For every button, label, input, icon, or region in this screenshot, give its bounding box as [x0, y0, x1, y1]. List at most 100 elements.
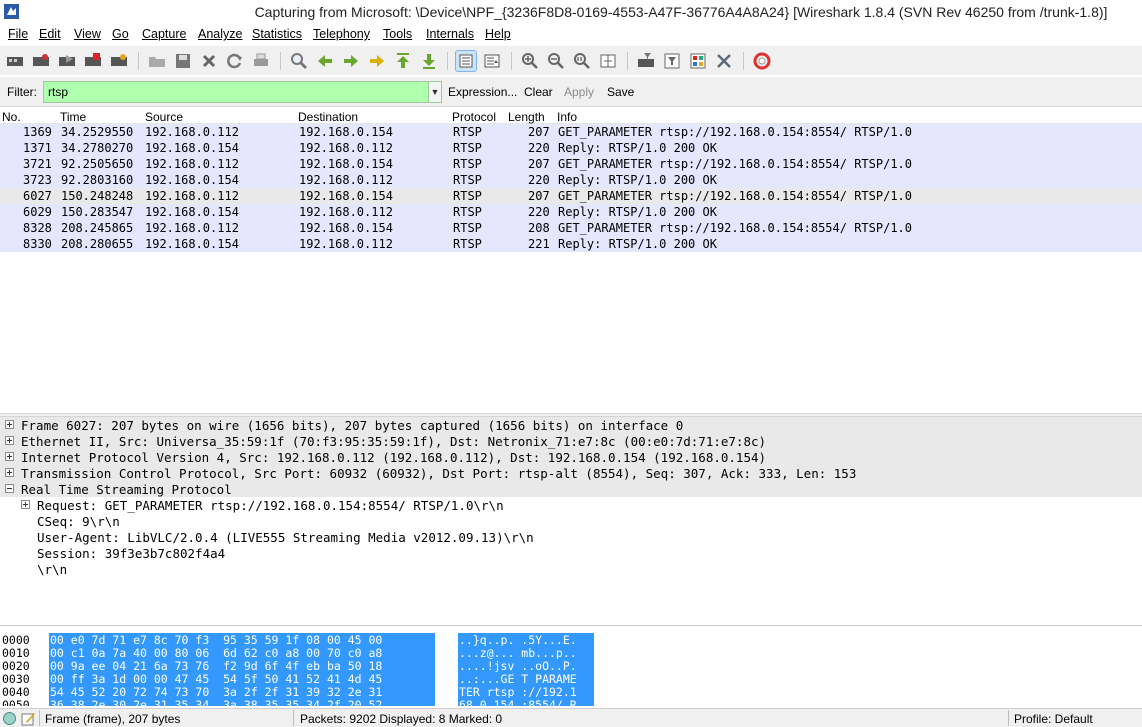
- hex-bytes[interactable]: 00 e0 7d 71 e7 8c 70 f3 95 35 59 1f 08 0…: [49, 633, 435, 647]
- menu-edit[interactable]: Edit: [39, 27, 61, 41]
- hex-bytes[interactable]: 00 ff 3a 1d 00 00 47 45 54 5f 50 41 52 4…: [49, 672, 435, 686]
- auto-scroll-icon[interactable]: [482, 51, 502, 71]
- close-file-icon[interactable]: [199, 51, 219, 71]
- save-file-icon[interactable]: [173, 51, 193, 71]
- colorize-icon[interactable]: [455, 50, 477, 72]
- column-header-source[interactable]: Source: [145, 110, 183, 124]
- print-icon[interactable]: [251, 51, 271, 71]
- capture-options-icon[interactable]: [31, 51, 51, 71]
- packet-row[interactable]: 8328 208.245865 192.168.0.112 192.168.0.…: [0, 220, 1142, 236]
- tree-item-frame[interactable]: Frame 6027: 207 bytes on wire (1656 bits…: [0, 417, 1142, 433]
- column-header-protocol[interactable]: Protocol: [452, 110, 496, 124]
- zoom-out-icon[interactable]: [546, 51, 566, 71]
- hex-row[interactable]: 0030 00 ff 3a 1d 00 00 47 45 54 5f 50 41…: [0, 672, 594, 686]
- reload-icon[interactable]: [225, 51, 245, 71]
- filter-history-dropdown[interactable]: ▼: [428, 81, 442, 103]
- expression-button[interactable]: Expression...: [448, 85, 517, 99]
- menu-capture[interactable]: Capture: [142, 27, 186, 41]
- hex-bytes[interactable]: 36 38 2e 30 2e 31 35 34 3a 38 35 35 34 2…: [49, 698, 435, 706]
- hex-bytes[interactable]: 00 c1 0a 7a 40 00 80 06 6d 62 c0 a8 00 7…: [49, 646, 435, 660]
- menu-help[interactable]: Help: [485, 27, 511, 41]
- tree-item-ethernet[interactable]: Ethernet II, Src: Universa_35:59:1f (70:…: [0, 433, 1142, 449]
- tree-item-cseq[interactable]: CSeq: 9\r\n: [0, 513, 1142, 529]
- packet-row[interactable]: 3721 92.2505650 192.168.0.112 192.168.0.…: [0, 156, 1142, 172]
- help-icon[interactable]: [752, 51, 772, 71]
- tree-item-crlf[interactable]: \r\n: [0, 561, 1142, 577]
- start-capture-icon[interactable]: [57, 51, 77, 71]
- hex-ascii[interactable]: ...z@... mb...p..: [458, 646, 594, 660]
- packet-length: 220: [528, 173, 550, 187]
- tree-item-request[interactable]: Request: GET_PARAMETER rtsp://192.168.0.…: [0, 497, 1142, 513]
- expert-info-icon[interactable]: [3, 712, 16, 725]
- hex-ascii[interactable]: ....!jsv ..oO..P.: [458, 659, 594, 673]
- display-filters-icon[interactable]: [662, 51, 682, 71]
- hex-offset: 0040: [2, 685, 30, 699]
- expand-icon[interactable]: [5, 436, 14, 445]
- go-to-packet-icon[interactable]: [367, 51, 387, 71]
- column-header-info[interactable]: Info: [557, 110, 577, 124]
- hex-row[interactable]: 0000 00 e0 7d 71 e7 8c 70 f3 95 35 59 1f…: [0, 633, 594, 647]
- menu-file[interactable]: File: [8, 27, 28, 41]
- column-header-length[interactable]: Length: [508, 110, 545, 124]
- packet-info: GET_PARAMETER rtsp://192.168.0.154:8554/…: [558, 125, 913, 139]
- menu-telephony[interactable]: Telephony: [313, 27, 370, 41]
- coloring-rules-icon[interactable]: [688, 51, 708, 71]
- expand-icon[interactable]: [21, 500, 30, 509]
- packet-row[interactable]: 6029 150.283547 192.168.0.154 192.168.0.…: [0, 204, 1142, 220]
- go-first-icon[interactable]: [393, 51, 413, 71]
- restart-capture-icon[interactable]: [109, 51, 129, 71]
- menu-go[interactable]: Go: [112, 27, 129, 41]
- hex-ascii[interactable]: ..:...GE T_PARAME: [458, 672, 594, 686]
- hex-ascii[interactable]: 68.0.154 :8554/ R: [458, 698, 594, 706]
- packet-row[interactable]: 1369 34.2529550 192.168.0.112 192.168.0.…: [0, 124, 1142, 140]
- hex-row[interactable]: 0010 00 c1 0a 7a 40 00 80 06 6d 62 c0 a8…: [0, 646, 594, 660]
- tree-item-ipv4[interactable]: Internet Protocol Version 4, Src: 192.16…: [0, 449, 1142, 465]
- packet-time: 150.283547: [61, 205, 134, 219]
- resize-columns-icon[interactable]: [598, 51, 618, 71]
- preferences-icon[interactable]: [714, 51, 734, 71]
- hex-ascii[interactable]: ..}q..p. .5Y...E.: [458, 633, 594, 647]
- hex-ascii[interactable]: TER rtsp ://192.1: [458, 685, 594, 699]
- display-filter-input[interactable]: [43, 81, 429, 103]
- menu-statistics[interactable]: Statistics: [252, 27, 302, 41]
- collapse-icon[interactable]: [5, 484, 14, 493]
- expand-icon[interactable]: [5, 468, 14, 477]
- packet-row[interactable]: 1371 34.2780270 192.168.0.154 192.168.0.…: [0, 140, 1142, 156]
- capture-comment-icon[interactable]: [21, 711, 36, 726]
- zoom-in-icon[interactable]: [520, 51, 540, 71]
- expand-icon[interactable]: [5, 452, 14, 461]
- tree-item-user-agent[interactable]: User-Agent: LibVLC/2.0.4 (LIVE555 Stream…: [0, 529, 1142, 545]
- interface-list-icon[interactable]: [5, 51, 25, 71]
- packet-row-selected[interactable]: 6027 150.248248 192.168.0.112 192.168.0.…: [0, 188, 1142, 204]
- save-filter-button[interactable]: Save: [607, 85, 634, 99]
- packet-row[interactable]: 3723 92.2803160 192.168.0.154 192.168.0.…: [0, 172, 1142, 188]
- packet-row[interactable]: 8330 208.280655 192.168.0.154 192.168.0.…: [0, 236, 1142, 252]
- status-profile[interactable]: Profile: Default: [1014, 712, 1093, 726]
- tree-item-rtsp[interactable]: Real Time Streaming Protocol: [0, 481, 1142, 497]
- clear-button[interactable]: Clear: [524, 85, 553, 99]
- open-file-icon[interactable]: [147, 51, 167, 71]
- find-packet-icon[interactable]: [289, 51, 309, 71]
- go-back-icon[interactable]: [315, 51, 335, 71]
- tree-item-session[interactable]: Session: 39f3e3b7c802f4a4: [0, 545, 1142, 561]
- menu-analyze[interactable]: Analyze: [198, 27, 242, 41]
- menu-internals[interactable]: Internals: [426, 27, 474, 41]
- column-header-destination[interactable]: Destination: [298, 110, 358, 124]
- column-header-time[interactable]: Time: [60, 110, 86, 124]
- hex-bytes[interactable]: 00 9a ee 04 21 6a 73 76 f2 9d 6f 4f eb b…: [49, 659, 435, 673]
- hex-row[interactable]: 0050 36 38 2e 30 2e 31 35 34 3a 38 35 35…: [0, 698, 594, 706]
- normal-size-icon[interactable]: [572, 51, 592, 71]
- menu-tools[interactable]: Tools: [383, 27, 412, 41]
- menu-view[interactable]: View: [74, 27, 101, 41]
- hex-row[interactable]: 0020 00 9a ee 04 21 6a 73 76 f2 9d 6f 4f…: [0, 659, 594, 673]
- column-header-no[interactable]: No.: [2, 110, 21, 124]
- go-forward-icon[interactable]: [341, 51, 361, 71]
- hex-bytes[interactable]: 54 45 52 20 72 74 73 70 3a 2f 2f 31 39 3…: [49, 685, 435, 699]
- tree-item-tcp[interactable]: Transmission Control Protocol, Src Port:…: [0, 465, 1142, 481]
- go-last-icon[interactable]: [419, 51, 439, 71]
- stop-capture-icon[interactable]: [83, 51, 103, 71]
- hex-row[interactable]: 0040 54 45 52 20 72 74 73 70 3a 2f 2f 31…: [0, 685, 594, 699]
- expand-icon[interactable]: [5, 420, 14, 429]
- apply-button[interactable]: Apply: [564, 85, 594, 99]
- capture-filters-icon[interactable]: [636, 51, 656, 71]
